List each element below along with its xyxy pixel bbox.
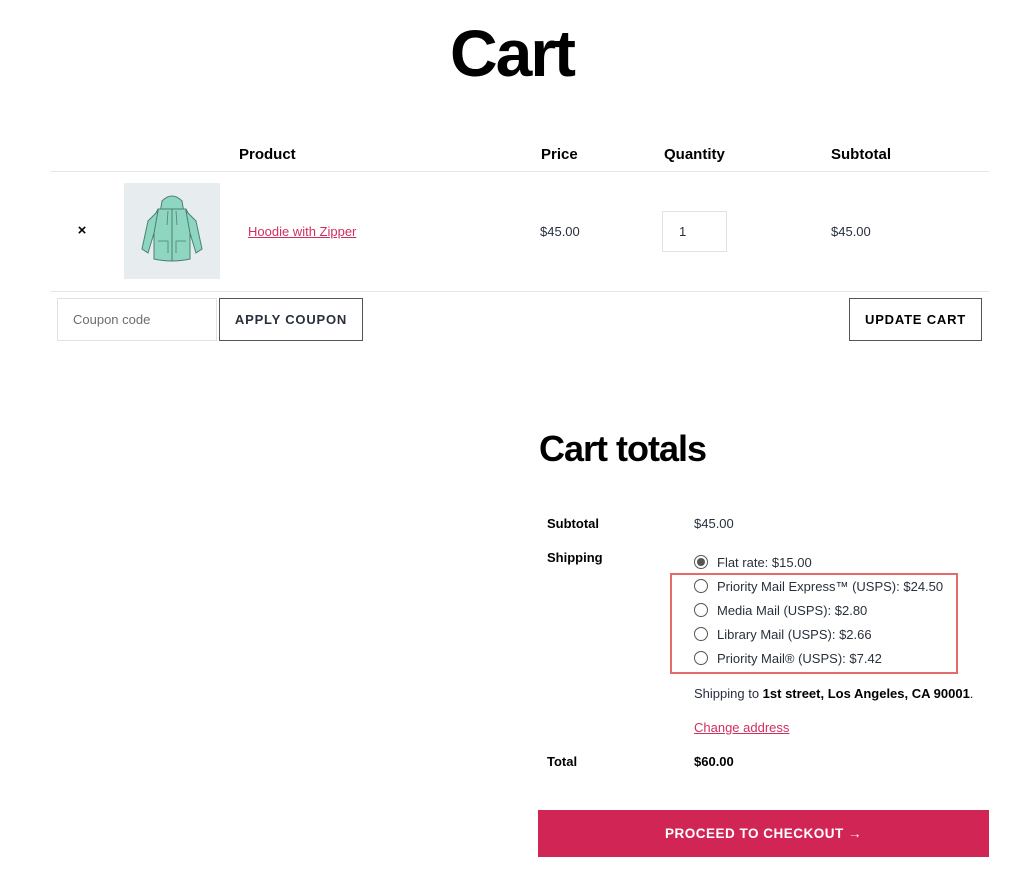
update-cart-button[interactable]: UPDATE CART: [849, 298, 982, 341]
header-subtotal: Subtotal: [831, 146, 891, 163]
subtotal-label: Subtotal: [547, 516, 599, 531]
subtotal-value: $45.00: [694, 516, 734, 531]
cart-totals-title: Cart totals: [539, 428, 707, 469]
apply-coupon-button[interactable]: APPLY COUPON: [219, 298, 363, 341]
header-product: Product: [239, 146, 296, 163]
page-title: Cart: [449, 16, 576, 90]
shipping-option-flat-rate[interactable]: Flat rate: $15.00: [694, 553, 812, 571]
cart-page: Cart Product Price Quantity Subtotal × H…: [0, 0, 1024, 878]
header-quantity: Quantity: [664, 146, 725, 163]
total-value: $60.00: [694, 754, 734, 769]
item-price: $45.00: [540, 224, 580, 239]
shipping-address: 1st street, Los Angeles, CA 90001: [762, 686, 970, 701]
highlight-box: [670, 573, 958, 674]
radio-button[interactable]: [694, 555, 708, 569]
coupon-code-input[interactable]: [57, 298, 217, 341]
header-price: Price: [541, 146, 578, 163]
proceed-to-checkout-button[interactable]: PROCEED TO CHECKOUT →: [538, 810, 989, 857]
item-subtotal: $45.00: [831, 224, 871, 239]
table-divider: [50, 291, 989, 292]
change-address-link[interactable]: Change address: [694, 720, 789, 735]
product-thumbnail[interactable]: [124, 183, 220, 279]
shipping-label: Shipping: [547, 550, 603, 565]
shipping-destination-suffix: .: [969, 686, 974, 701]
remove-item-button[interactable]: ×: [74, 222, 90, 240]
total-label: Total: [547, 754, 578, 769]
shipping-option-label: Flat rate: $15.00: [717, 554, 812, 570]
shipping-destination: Shipping to 1st street, Los Angeles, CA …: [694, 686, 973, 701]
product-name-link[interactable]: Hoodie with Zipper: [248, 224, 356, 239]
quantity-input[interactable]: [662, 211, 727, 252]
table-divider: [50, 171, 989, 172]
shipping-destination-prefix: Shipping to: [694, 686, 763, 701]
hoodie-icon: [141, 195, 203, 262]
